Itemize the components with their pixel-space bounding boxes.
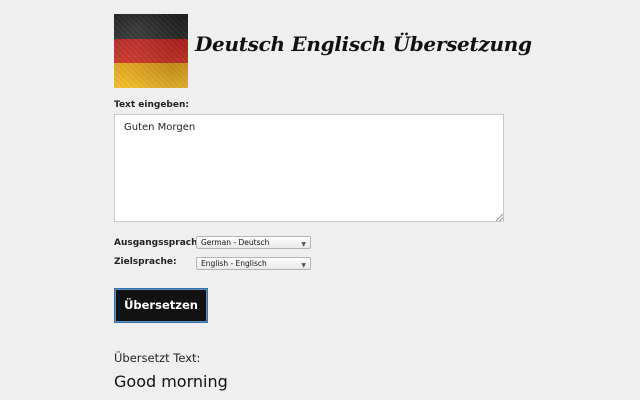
translate-button[interactable]: Übersetzen <box>114 288 208 323</box>
result-label: Übersetzt Text: <box>114 351 201 365</box>
translator-page: Deutsch Englisch Übersetzung Text eingeb… <box>0 0 640 400</box>
resize-handle-icon[interactable] <box>496 214 503 221</box>
target-language-select[interactable]: English - Englisch ▼ <box>196 257 311 270</box>
source-language-select[interactable]: German - Deutsch ▼ <box>196 236 311 249</box>
input-label: Text eingeben: <box>114 100 189 110</box>
target-language-value: English - Englisch <box>201 259 267 268</box>
flag-texture <box>114 14 188 88</box>
target-language-label: Zielsprache: <box>114 257 177 267</box>
chevron-down-icon: ▼ <box>301 262 306 269</box>
chevron-down-icon: ▼ <box>301 241 306 248</box>
german-flag-icon <box>114 14 188 88</box>
source-language-value: German - Deutsch <box>201 238 270 247</box>
source-language-label: Ausgangssprache: <box>114 238 208 248</box>
translated-text: Good morning <box>114 372 228 391</box>
page-title: Deutsch Englisch Übersetzung <box>195 32 532 56</box>
source-text-input[interactable] <box>114 114 504 222</box>
